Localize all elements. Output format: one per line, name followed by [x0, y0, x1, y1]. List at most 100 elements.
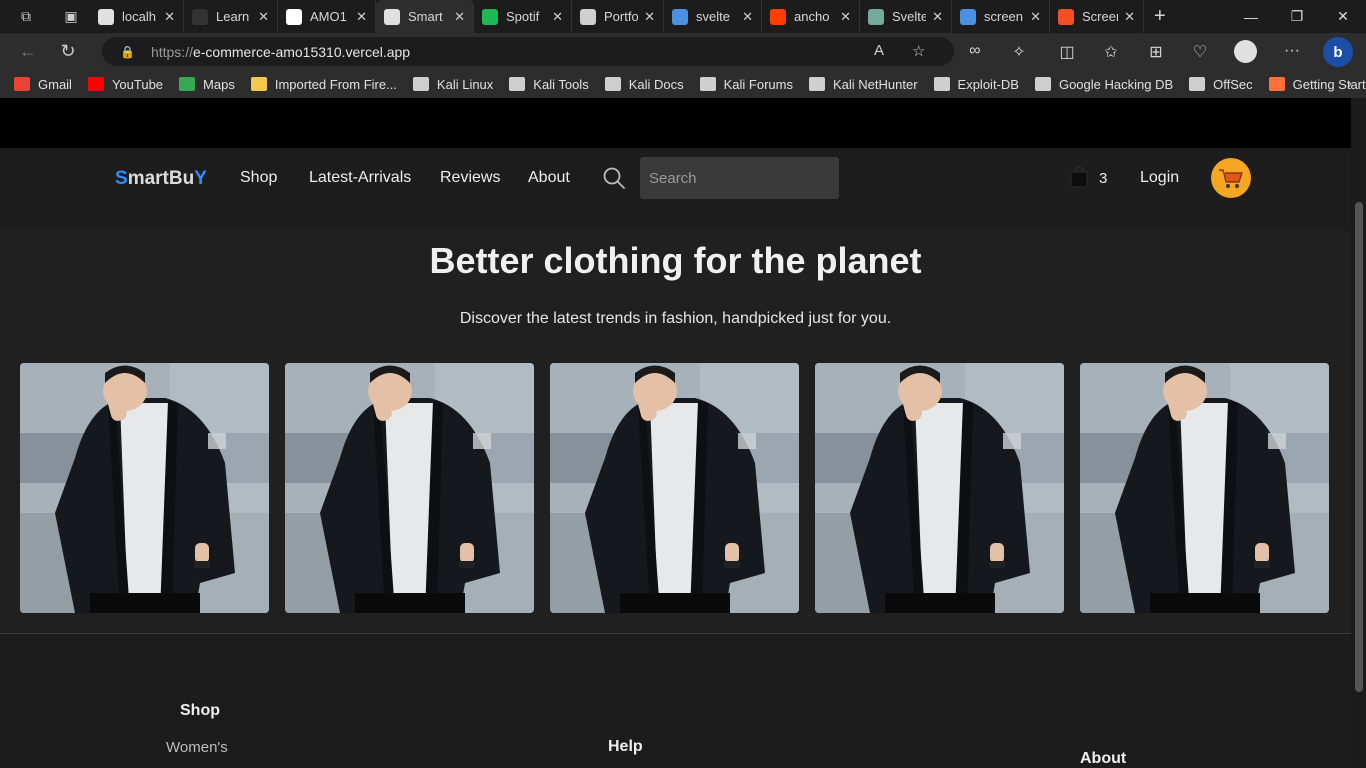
- close-tab-icon[interactable]: ✕: [644, 9, 655, 25]
- search-icon[interactable]: [602, 166, 626, 190]
- favorite-star-icon[interactable]: ☆: [912, 42, 925, 60]
- bookmark-label: Kali Forums: [723, 76, 793, 92]
- top-strip: [0, 98, 1351, 148]
- restore-icon[interactable]: ❐: [1274, 0, 1320, 33]
- jacket-model-photo: [1080, 363, 1329, 613]
- bookmark-item[interactable]: Imported From Fire...: [250, 76, 397, 92]
- product-image[interactable]: [20, 363, 269, 613]
- refresh-button[interactable]: ↻: [48, 33, 88, 70]
- bookmark-item[interactable]: Kali Forums: [699, 76, 793, 92]
- page-scrollbar[interactable]: [1351, 98, 1366, 768]
- chevron-right-icon[interactable]: ›: [1347, 75, 1352, 91]
- bookmark-item[interactable]: Kali NetHunter: [808, 77, 918, 92]
- footer-about-heading: About: [1080, 750, 1127, 767]
- browser-tab[interactable]: localh ✕: [90, 0, 184, 33]
- footer-shop-heading: Shop: [180, 702, 220, 719]
- bookmark-item[interactable]: Gmail: [14, 77, 72, 92]
- close-tab-icon[interactable]: ✕: [164, 9, 175, 25]
- bookmark-item[interactable]: Kali Docs: [604, 76, 684, 92]
- url-bar[interactable]: 🔒 https://e-commerce-amo15310.vercel.app…: [102, 37, 954, 66]
- bookmark-item[interactable]: YouTube: [87, 77, 163, 92]
- bookmark-item[interactable]: OffSec: [1189, 77, 1253, 92]
- cart-button[interactable]: [1211, 158, 1251, 198]
- shopping-bag-icon[interactable]: [1070, 166, 1088, 188]
- new-tab-button[interactable]: +: [1144, 0, 1176, 33]
- tab-actions-icon[interactable]: ▣: [52, 0, 90, 33]
- url-scheme: https://: [150, 43, 193, 60]
- bookmark-label: Kali Docs: [628, 76, 684, 92]
- minimize-icon[interactable]: —: [1228, 0, 1274, 33]
- page-icon: [1034, 77, 1051, 91]
- close-tab-icon[interactable]: ✕: [552, 9, 563, 25]
- microsoft-icon: [1058, 8, 1074, 25]
- logo-letter-y: Y: [194, 168, 207, 189]
- browser-tab[interactable]: Spotif ✕: [474, 0, 572, 33]
- close-tab-icon[interactable]: ✕: [356, 9, 367, 25]
- youtube-icon: [87, 77, 104, 91]
- browser-tab[interactable]: screen ✕: [952, 0, 1050, 33]
- browser-tab[interactable]: AMO1 ✕: [278, 0, 376, 33]
- login-link[interactable]: Login: [1140, 169, 1179, 187]
- bing-copilot-icon[interactable]: b: [1323, 37, 1353, 67]
- read-aloud-icon[interactable]: A: [874, 42, 884, 59]
- split-screen-icon[interactable]: ◫: [1055, 42, 1079, 62]
- browser-tab[interactable]: Portfo ✕: [572, 0, 664, 33]
- close-tab-icon[interactable]: ✕: [840, 9, 851, 25]
- product-image[interactable]: [285, 363, 534, 613]
- workspaces-icon[interactable]: ⧉: [0, 0, 52, 33]
- close-tab-icon[interactable]: ✕: [742, 9, 753, 25]
- browser-tab[interactable]: svelte ✕: [664, 0, 762, 33]
- tab-title: Spotif: [506, 9, 540, 24]
- site-logo[interactable]: SmartBuY: [115, 168, 207, 190]
- extensions-icon[interactable]: ✧: [1007, 42, 1031, 62]
- browser-tab[interactable]: Smart ✕: [376, 0, 474, 33]
- tab-title: Portfo: [604, 9, 639, 24]
- search-input[interactable]: [640, 157, 839, 199]
- footer-link-womens[interactable]: Women's: [166, 739, 228, 756]
- tab-title: Smart: [408, 9, 443, 24]
- back-button[interactable]: ←: [8, 33, 48, 70]
- tab-title: Learn: [216, 9, 250, 24]
- page-icon: [384, 8, 400, 25]
- browser-tab[interactable]: ancho ✕: [762, 0, 860, 33]
- close-tab-icon[interactable]: ✕: [932, 9, 943, 25]
- cart-icon: [1219, 169, 1243, 188]
- browser-tab[interactable]: Learn ✕: [184, 0, 278, 33]
- bookmark-item[interactable]: Exploit-DB: [933, 77, 1019, 92]
- tab-title: AMO1: [310, 9, 347, 24]
- nav-latest-arrivals[interactable]: Latest-Arrivals: [309, 169, 411, 187]
- product-image[interactable]: [1080, 363, 1329, 613]
- favorites-icon[interactable]: ✩: [1099, 42, 1123, 62]
- bookmark-item[interactable]: Kali Tools: [509, 77, 589, 92]
- bookmark-label: Imported From Fire...: [274, 76, 397, 92]
- bookmark-item[interactable]: Maps: [179, 77, 235, 92]
- close-tab-icon[interactable]: ✕: [454, 9, 465, 25]
- logo-letter-s: S: [115, 168, 128, 189]
- nav-shop[interactable]: Shop: [240, 169, 277, 187]
- tab-title: Screen: [1082, 9, 1118, 24]
- bookmark-item[interactable]: Kali Linux: [412, 77, 493, 92]
- bookmark-label: OffSec: [1213, 76, 1253, 92]
- browser-tab[interactable]: Svelte ✕: [860, 0, 952, 33]
- collections-icon[interactable]: ⊞: [1144, 42, 1168, 62]
- product-image[interactable]: [815, 363, 1064, 613]
- extension-glasses-icon[interactable]: ∞: [963, 42, 987, 60]
- more-menu-icon[interactable]: ···: [1280, 42, 1304, 60]
- site-navbar: SmartBuY Shop Latest-Arrivals Reviews Ab…: [0, 148, 1351, 230]
- profile-avatar[interactable]: [1234, 40, 1257, 63]
- close-tab-icon[interactable]: ✕: [258, 9, 269, 25]
- close-tab-icon[interactable]: ✕: [1124, 9, 1135, 25]
- bag-count: 3: [1099, 170, 1108, 187]
- performance-icon[interactable]: ♡: [1188, 42, 1212, 62]
- product-image[interactable]: [550, 363, 799, 613]
- nav-reviews[interactable]: Reviews: [440, 169, 500, 187]
- footer-help-heading: Help: [608, 738, 643, 755]
- nav-about[interactable]: About: [528, 169, 570, 187]
- bookmark-item[interactable]: Google Hacking DB: [1034, 77, 1173, 92]
- url-host: e-commerce-amo15310.vercel.app: [192, 43, 411, 60]
- scroll-thumb[interactable]: [1355, 202, 1363, 692]
- close-window-icon[interactable]: ✕: [1320, 0, 1366, 33]
- close-tab-icon[interactable]: ✕: [1030, 9, 1041, 25]
- maps-icon: [179, 77, 196, 91]
- browser-tab[interactable]: Screen ✕: [1050, 0, 1144, 33]
